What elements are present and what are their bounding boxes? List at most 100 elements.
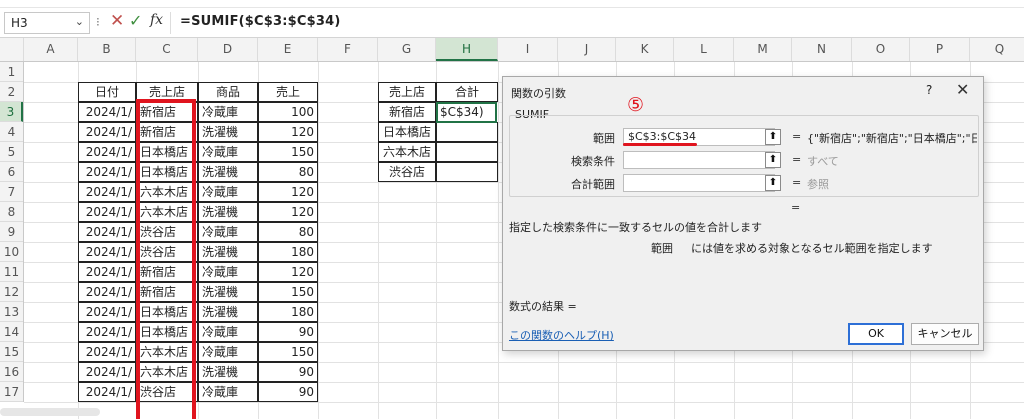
table-header[interactable]: 売上	[258, 82, 318, 102]
table-header[interactable]: 日付	[78, 82, 136, 102]
row-header-11[interactable]: 11	[0, 262, 23, 282]
row-header-4[interactable]: 4	[0, 122, 23, 142]
close-icon[interactable]: ✕	[956, 80, 969, 99]
table-cell[interactable]: 90	[258, 322, 318, 342]
table-cell[interactable]: 洗濯機	[198, 242, 258, 262]
row-header-6[interactable]: 6	[0, 162, 23, 182]
criteria-input[interactable]	[623, 151, 775, 169]
table-cell[interactable]: 2024/1/	[78, 262, 136, 282]
table-cell[interactable]: 2024/1/	[78, 142, 136, 162]
table-cell[interactable]: 80	[258, 222, 318, 242]
table-cell[interactable]: 洗濯機	[198, 162, 258, 182]
row-header-9[interactable]: 9	[0, 222, 23, 242]
range-collapse-icon[interactable]: ⬆	[765, 129, 781, 145]
table-cell[interactable]: 2024/1/	[78, 362, 136, 382]
table-cell[interactable]: 2024/1/	[78, 122, 136, 142]
column-header-h[interactable]: H	[436, 38, 498, 61]
criteria-collapse-icon[interactable]: ⬆	[765, 152, 781, 168]
summary-store[interactable]: 新宿店	[378, 102, 436, 122]
table-cell[interactable]: 90	[258, 382, 318, 402]
row-header-12[interactable]: 12	[0, 282, 23, 302]
row-header-2[interactable]: 2	[0, 82, 23, 102]
table-header[interactable]: 商品	[198, 82, 258, 102]
summary-total[interactable]	[436, 162, 498, 182]
summary-store[interactable]: 日本橋店	[378, 122, 436, 142]
table-cell[interactable]: 冷蔵庫	[198, 222, 258, 242]
table-cell[interactable]: 洗濯機	[198, 122, 258, 142]
table-cell[interactable]: 80	[258, 162, 318, 182]
summary-total[interactable]	[436, 122, 498, 142]
table-cell[interactable]: 100	[258, 102, 318, 122]
horizontal-scrollbar[interactable]	[0, 408, 100, 416]
summary-header[interactable]: 売上店	[378, 82, 436, 102]
formula-text[interactable]: =SUMIF($C$3:$C$34)	[180, 14, 341, 29]
column-header-q[interactable]: Q	[970, 38, 1024, 61]
table-cell[interactable]: 2024/1/	[78, 322, 136, 342]
row-header-8[interactable]: 8	[0, 202, 23, 222]
table-cell[interactable]: 150	[258, 142, 318, 162]
confirm-edit-icon[interactable]: ✓	[129, 11, 142, 30]
row-header-3[interactable]: 3	[0, 102, 23, 122]
table-cell[interactable]: 90	[258, 362, 318, 382]
column-header-d[interactable]: D	[198, 38, 258, 61]
row-header-1[interactable]: 1	[0, 62, 23, 82]
table-cell[interactable]: 洗濯機	[198, 302, 258, 322]
column-header-f[interactable]: F	[318, 38, 378, 61]
table-cell[interactable]: 冷蔵庫	[198, 262, 258, 282]
select-all-corner[interactable]	[0, 38, 24, 61]
summary-store[interactable]: 六本木店	[378, 142, 436, 162]
column-header-j[interactable]: J	[558, 38, 616, 61]
active-cell-h3[interactable]: $C$34)	[436, 102, 497, 123]
table-cell[interactable]: 2024/1/	[78, 202, 136, 222]
column-header-m[interactable]: M	[734, 38, 792, 61]
insert-function-icon[interactable]: fx	[150, 12, 163, 28]
ok-button[interactable]: OK	[848, 323, 904, 345]
column-header-i[interactable]: I	[498, 38, 558, 61]
summary-store[interactable]: 渋谷店	[378, 162, 436, 182]
table-cell[interactable]: 2024/1/	[78, 242, 136, 262]
column-header-c[interactable]: C	[136, 38, 198, 61]
row-header-14[interactable]: 14	[0, 322, 23, 342]
table-cell[interactable]: 2024/1/	[78, 302, 136, 322]
chevron-down-icon[interactable]: ⌄	[75, 15, 84, 28]
row-header-17[interactable]: 17	[0, 382, 23, 402]
table-cell[interactable]: 120	[258, 262, 318, 282]
help-link[interactable]: この関数のヘルプ(H)	[509, 327, 614, 343]
column-header-b[interactable]: B	[78, 38, 136, 61]
row-header-13[interactable]: 13	[0, 302, 23, 322]
table-cell[interactable]: 150	[258, 342, 318, 362]
cancel-button[interactable]: キャンセル	[911, 323, 979, 345]
column-header-g[interactable]: G	[378, 38, 436, 61]
table-cell[interactable]: 2024/1/	[78, 182, 136, 202]
table-cell[interactable]: 180	[258, 302, 318, 322]
row-header-10[interactable]: 10	[0, 242, 23, 262]
table-cell[interactable]: 洗濯機	[198, 202, 258, 222]
table-cell[interactable]: 冷蔵庫	[198, 142, 258, 162]
table-cell[interactable]: 洗濯機	[198, 362, 258, 382]
table-cell[interactable]: 2024/1/	[78, 382, 136, 402]
table-cell[interactable]: 2024/1/	[78, 342, 136, 362]
table-cell[interactable]: 150	[258, 282, 318, 302]
table-cell[interactable]: 冷蔵庫	[198, 342, 258, 362]
column-header-k[interactable]: K	[616, 38, 674, 61]
summary-header[interactable]: 合計	[436, 82, 498, 102]
help-icon[interactable]: ?	[926, 83, 932, 97]
table-cell[interactable]: 2024/1/	[78, 222, 136, 242]
row-header-15[interactable]: 15	[0, 342, 23, 362]
table-cell[interactable]: 120	[258, 122, 318, 142]
column-header-n[interactable]: N	[792, 38, 852, 61]
column-header-p[interactable]: P	[910, 38, 970, 61]
name-box[interactable]: H3 ⌄	[4, 12, 90, 34]
table-cell[interactable]: 120	[258, 182, 318, 202]
row-header-5[interactable]: 5	[0, 142, 23, 162]
column-header-o[interactable]: O	[852, 38, 910, 61]
summary-total[interactable]	[436, 142, 498, 162]
table-cell[interactable]: 2024/1/	[78, 162, 136, 182]
column-header-l[interactable]: L	[674, 38, 734, 61]
table-cell[interactable]: 2024/1/	[78, 282, 136, 302]
sum-range-input[interactable]	[623, 174, 775, 192]
cancel-edit-icon[interactable]: ✕	[110, 11, 124, 31]
column-header-e[interactable]: E	[258, 38, 318, 61]
table-cell[interactable]: 冷蔵庫	[198, 182, 258, 202]
sum-range-collapse-icon[interactable]: ⬆	[765, 175, 781, 191]
